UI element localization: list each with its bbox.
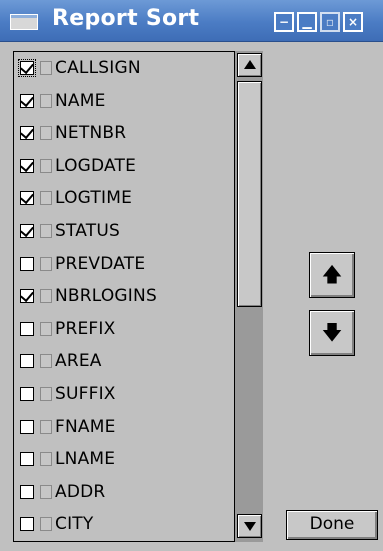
window-icon (10, 14, 38, 30)
field-label: LOGDATE (55, 155, 137, 176)
scroll-up-icon (244, 60, 256, 69)
sort-order-checkbox[interactable] (40, 191, 52, 206)
sort-order-checkbox[interactable] (40, 289, 52, 304)
close-button[interactable]: × (343, 12, 363, 32)
field-label: LOGTIME (55, 188, 133, 209)
field-label: PREVDATE (55, 253, 146, 274)
window-title: Report Sort (52, 6, 200, 31)
sort-order-checkbox[interactable] (40, 517, 52, 532)
menu-button[interactable]: − (274, 12, 294, 32)
include-checkbox[interactable] (20, 256, 34, 271)
include-checkbox[interactable] (20, 354, 34, 369)
include-checkbox[interactable] (20, 93, 34, 108)
sort-order-checkbox[interactable] (40, 419, 52, 434)
include-checkbox[interactable] (20, 321, 34, 336)
list-item[interactable]: NAME (20, 87, 106, 115)
sort-order-checkbox[interactable] (40, 452, 52, 467)
move-down-button[interactable]: 🡇 (309, 310, 355, 356)
field-label: NAME (55, 90, 106, 111)
field-label: CITY (55, 514, 94, 535)
list-item[interactable]: NETNBR (20, 119, 126, 147)
list-item[interactable]: CITY (20, 510, 93, 538)
field-label: FNAME (55, 416, 116, 437)
field-label: LNAME (55, 449, 116, 470)
sort-order-checkbox[interactable] (40, 158, 52, 173)
scroll-up-button[interactable] (237, 53, 262, 77)
maximize-icon: ▫ (325, 15, 335, 29)
list-item[interactable]: STATUS (20, 217, 120, 245)
include-checkbox[interactable] (20, 419, 34, 434)
include-checkbox[interactable] (20, 126, 34, 141)
include-checkbox[interactable] (20, 484, 34, 499)
field-label: NETNBR (55, 123, 127, 144)
scrollbar[interactable] (234, 51, 263, 542)
field-label: AREA (55, 351, 102, 372)
close-icon: × (347, 15, 359, 29)
minimize-button[interactable]: ▁ (297, 12, 317, 32)
list-item[interactable]: AREA (20, 347, 102, 375)
down-arrow-icon: 🡇 (321, 320, 343, 344)
sort-order-checkbox[interactable] (40, 484, 52, 499)
sort-order-checkbox[interactable] (40, 126, 52, 141)
include-checkbox[interactable] (20, 289, 34, 304)
list-item[interactable]: FNAME (20, 413, 116, 441)
move-up-button[interactable]: 🡅 (309, 252, 355, 298)
include-checkbox[interactable] (20, 191, 34, 206)
minimize-icon: ▁ (302, 15, 312, 29)
up-arrow-icon: 🡅 (321, 262, 343, 286)
sort-order-checkbox[interactable] (40, 93, 52, 108)
field-label: ADDR (55, 481, 106, 502)
include-checkbox[interactable] (18, 59, 36, 77)
title-bar[interactable]: Report Sort − ▁ ▫ × (0, 0, 383, 42)
list-item[interactable]: PREFIX (20, 315, 115, 343)
include-checkbox[interactable] (20, 224, 34, 238)
list-item[interactable]: SUFFIX (20, 380, 116, 408)
sort-order-checkbox[interactable] (40, 321, 52, 336)
sort-order-checkbox[interactable] (40, 224, 52, 238)
list-item[interactable]: LOGTIME (20, 184, 132, 212)
list-item[interactable]: NBRLOGINS (20, 282, 157, 310)
maximize-button[interactable]: ▫ (320, 12, 340, 32)
field-label: NBRLOGINS (55, 286, 157, 307)
done-button[interactable]: Done (286, 510, 378, 540)
field-label: SUFFIX (55, 384, 116, 404)
include-checkbox[interactable] (20, 452, 34, 467)
field-list[interactable]: CALLSIGN NAME NETNBR LOGDATE LOGTIME STATUS PR… (13, 51, 263, 542)
field-label: PREFIX (55, 318, 116, 339)
list-item[interactable]: LNAME (20, 445, 115, 473)
sort-order-checkbox[interactable] (40, 354, 52, 369)
dash-icon: − (278, 15, 290, 29)
scroll-down-icon (244, 522, 256, 531)
sort-order-checkbox[interactable] (40, 256, 52, 271)
field-label: CALLSIGN (55, 58, 141, 78)
list-item[interactable]: ADDR (20, 478, 105, 506)
field-label: STATUS (55, 221, 120, 241)
list-item[interactable]: CALLSIGN (18, 54, 141, 82)
list-item[interactable]: LOGDATE (20, 152, 136, 180)
include-checkbox[interactable] (20, 158, 34, 173)
list-item[interactable]: PREVDATE (20, 250, 145, 278)
include-checkbox[interactable] (20, 387, 34, 401)
sort-order-checkbox[interactable] (40, 61, 52, 75)
scroll-down-button[interactable] (237, 514, 262, 538)
scrollbar-thumb[interactable] (237, 81, 262, 307)
sort-order-checkbox[interactable] (40, 387, 52, 401)
include-checkbox[interactable] (20, 517, 34, 532)
